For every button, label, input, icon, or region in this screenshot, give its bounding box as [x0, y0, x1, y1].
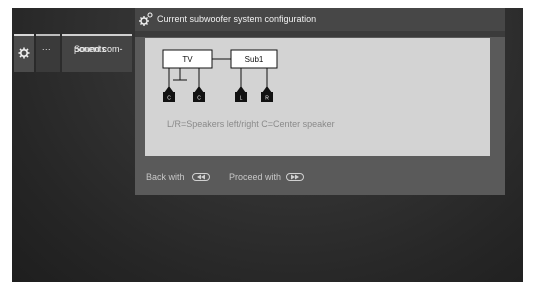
panel-footer: Back with Proceed with	[135, 168, 505, 188]
fast-forward-key-icon	[291, 174, 299, 180]
subwoofer-config-panel: Current subwoofer system configuration T…	[135, 8, 505, 195]
panel-header: Current subwoofer system configuration	[135, 8, 505, 31]
speaker-label: R	[265, 96, 269, 102]
tv-screen: ... Sound com- ponents Current subwoofer…	[12, 8, 523, 282]
speaker-right: R	[261, 86, 273, 102]
panel-title: Current subwoofer system configuration	[157, 14, 317, 24]
panel-divider	[135, 31, 505, 37]
speaker-left: L	[235, 86, 247, 102]
configuration-diagram: TV Sub1 C C L R L/R=Speakers left/right …	[145, 38, 490, 156]
menu-tab-sound-components[interactable]: Sound com- ponents	[62, 34, 132, 72]
menu-tab-settings[interactable]	[14, 34, 34, 72]
speaker-label: L	[240, 96, 243, 102]
proceed-hint: Proceed with	[229, 172, 282, 182]
tv-node-label: TV	[182, 55, 193, 64]
menu-tab-sound-components-label: Sound com- ponents	[68, 40, 130, 54]
diagram-legend: L/R=Speakers left/right C=Center speaker	[167, 119, 335, 129]
menu-tab-more[interactable]: ...	[36, 34, 60, 72]
gears-icon	[139, 12, 153, 26]
proceed-button[interactable]	[286, 173, 304, 181]
back-hint: Back with	[146, 172, 185, 182]
back-button[interactable]	[192, 173, 210, 181]
gear-icon	[18, 47, 30, 59]
sub1-node-label: Sub1	[245, 55, 264, 64]
speaker-label: C	[197, 96, 201, 102]
speaker-center-2: C	[193, 86, 205, 102]
menu-tab-more-label: ...	[42, 42, 52, 52]
speaker-label: C	[167, 96, 171, 102]
speaker-center-1: C	[163, 86, 175, 102]
rewind-key-icon	[197, 174, 205, 180]
diagram-canvas: TV Sub1 C C L R	[162, 49, 278, 102]
sound-label-line2: ponents	[74, 44, 107, 54]
